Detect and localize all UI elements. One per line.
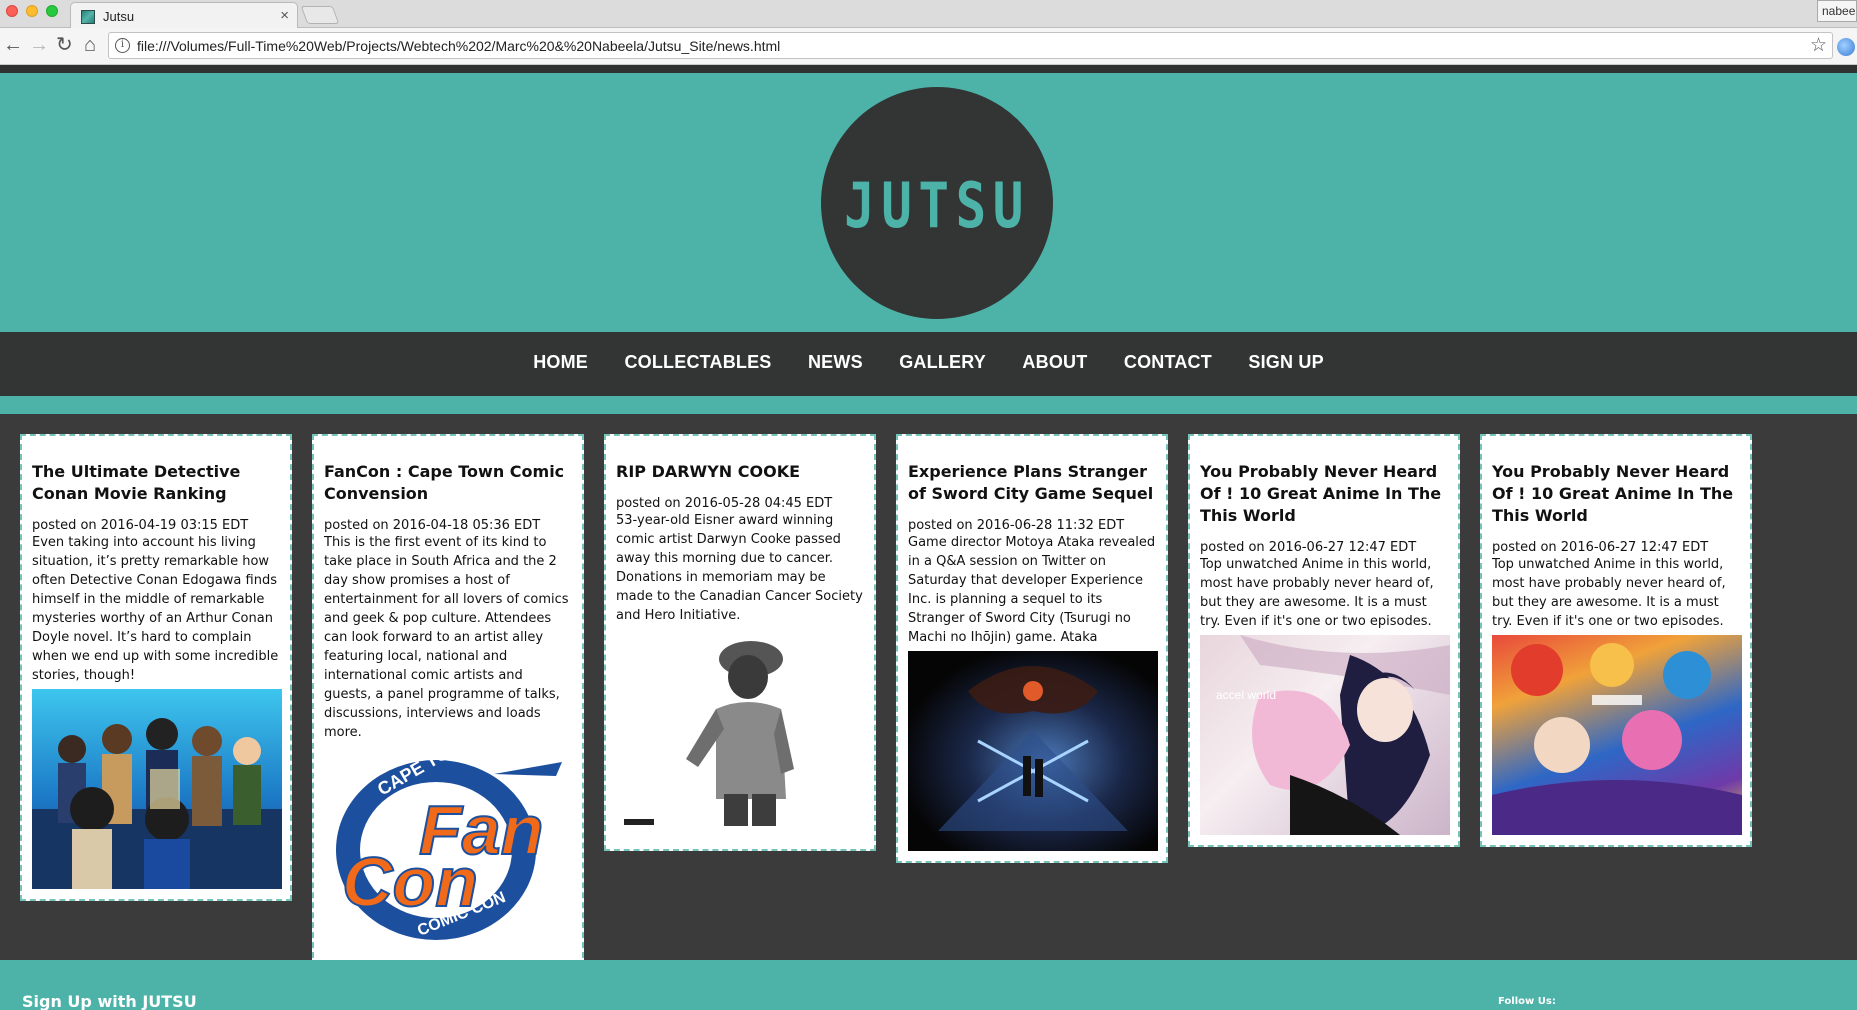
news-card[interactable]: You Probably Never Heard Of ! 10 Great A… [1480, 434, 1752, 847]
url-text[interactable]: file:///Volumes/Full-Time%20Web/Projects… [137, 38, 780, 54]
site-logo[interactable]: JUTSU [821, 87, 1053, 319]
darwyn-cooke-image[interactable] [616, 629, 866, 839]
footer-signup-title: Sign Up with JUTSU [22, 992, 197, 1010]
nav-sign-up[interactable]: SIGN UP [1248, 352, 1323, 373]
nav-collectables[interactable]: COLLECTABLES [624, 352, 771, 373]
favicon-icon [81, 10, 95, 24]
stranger-of-sword-city-image[interactable] [908, 651, 1158, 851]
news-body: Game director Motoya Ataka revealed in a… [908, 535, 1156, 645]
top-strip [0, 65, 1857, 73]
site-header: JUTSU [0, 73, 1857, 332]
news-card[interactable]: RIP DARWYN COOKE posted on 2016-05-28 04… [604, 434, 876, 851]
back-icon[interactable]: ← [3, 34, 23, 56]
maximize-window-button[interactable] [46, 5, 58, 17]
news-date: posted on 2016-06-28 11:32 EDT [908, 518, 1125, 533]
news-title[interactable]: You Probably Never Heard Of ! 10 Great A… [1492, 461, 1740, 527]
nav-gallery[interactable]: GALLERY [899, 352, 986, 373]
nav-home[interactable]: HOME [533, 352, 588, 373]
news-card[interactable]: Experience Plans Stranger of Sword City … [896, 434, 1168, 863]
browser-tabbar: Jutsu × nabee [0, 0, 1857, 29]
news-title[interactable]: You Probably Never Heard Of ! 10 Great A… [1200, 461, 1448, 527]
nav-contact[interactable]: CONTACT [1124, 352, 1212, 373]
news-card[interactable]: You Probably Never Heard Of ! 10 Great A… [1188, 434, 1460, 847]
nav-news[interactable]: NEWS [808, 352, 863, 373]
nav-list: HOME COLLECTABLES NEWS GALLERY ABOUT CON… [517, 352, 1340, 373]
browser-tab[interactable]: Jutsu × [70, 2, 298, 29]
extension-icon[interactable] [1837, 38, 1855, 56]
news-title[interactable]: RIP DARWYN COOKE [616, 461, 864, 483]
home-icon[interactable]: ⌂ [84, 34, 96, 56]
footer-follow-label: Follow Us: [1498, 996, 1556, 1007]
news-body: Even taking into account his living situ… [32, 535, 279, 683]
news-title[interactable]: Experience Plans Stranger of Sword City … [908, 461, 1156, 505]
news-body: Top unwatched Anime in this world, most … [1492, 557, 1726, 629]
close-window-button[interactable] [6, 5, 18, 17]
news-date: posted on 2016-05-28 04:45 EDT [616, 496, 833, 511]
fancon-logo-image[interactable]: CAPE TOWN Fan Con COMIC CON [324, 746, 574, 956]
news-section: The Ultimate Detective Conan Movie Ranki… [0, 414, 1857, 968]
tab-title: Jutsu [103, 9, 135, 24]
site-footer: Sign Up with JUTSU Follow Us: [0, 960, 1857, 1010]
accel-world-caption: accel world [1216, 688, 1276, 702]
news-date: posted on 2016-04-19 03:15 EDT [32, 518, 249, 533]
profile-button[interactable]: nabee [1817, 0, 1857, 22]
minimize-window-button[interactable] [26, 5, 38, 17]
detective-conan-image[interactable] [32, 689, 282, 889]
accel-world-image[interactable]: accel world [1200, 635, 1450, 835]
anime-collage-image[interactable] [1492, 635, 1742, 835]
main-nav: HOME COLLECTABLES NEWS GALLERY ABOUT CON… [0, 332, 1857, 396]
new-tab-button[interactable] [300, 6, 340, 24]
news-date: posted on 2016-06-27 12:47 EDT [1492, 540, 1709, 555]
tab-close-icon[interactable]: × [280, 7, 289, 24]
browser-toolbar: ← → ↻ ⌂ i file:///Volumes/Full-Time%20We… [0, 28, 1857, 65]
forward-icon[interactable]: → [29, 34, 49, 56]
news-card[interactable]: The Ultimate Detective Conan Movie Ranki… [20, 434, 292, 901]
news-title[interactable]: The Ultimate Detective Conan Movie Ranki… [32, 461, 280, 505]
address-bar[interactable]: i file:///Volumes/Full-Time%20Web/Projec… [108, 32, 1833, 59]
reload-icon[interactable]: ↻ [56, 34, 73, 56]
news-date: posted on 2016-04-18 05:36 EDT [324, 518, 541, 533]
news-body: 53-year-old Eisner award winning comic a… [616, 513, 863, 623]
logo-text: JUTSU [844, 169, 1030, 242]
nav-divider-band [0, 396, 1857, 414]
news-title[interactable]: FanCon : Cape Town Comic Convension [324, 461, 572, 505]
news-body: Top unwatched Anime in this world, most … [1200, 557, 1434, 629]
bookmark-star-icon[interactable]: ☆ [1810, 34, 1827, 57]
news-date: posted on 2016-06-27 12:47 EDT [1200, 540, 1417, 555]
nav-about[interactable]: ABOUT [1022, 352, 1087, 373]
news-card[interactable]: FanCon : Cape Town Comic Convension post… [312, 434, 584, 968]
info-icon[interactable]: i [115, 38, 130, 53]
news-body: This is the first event of its kind to t… [324, 535, 569, 740]
